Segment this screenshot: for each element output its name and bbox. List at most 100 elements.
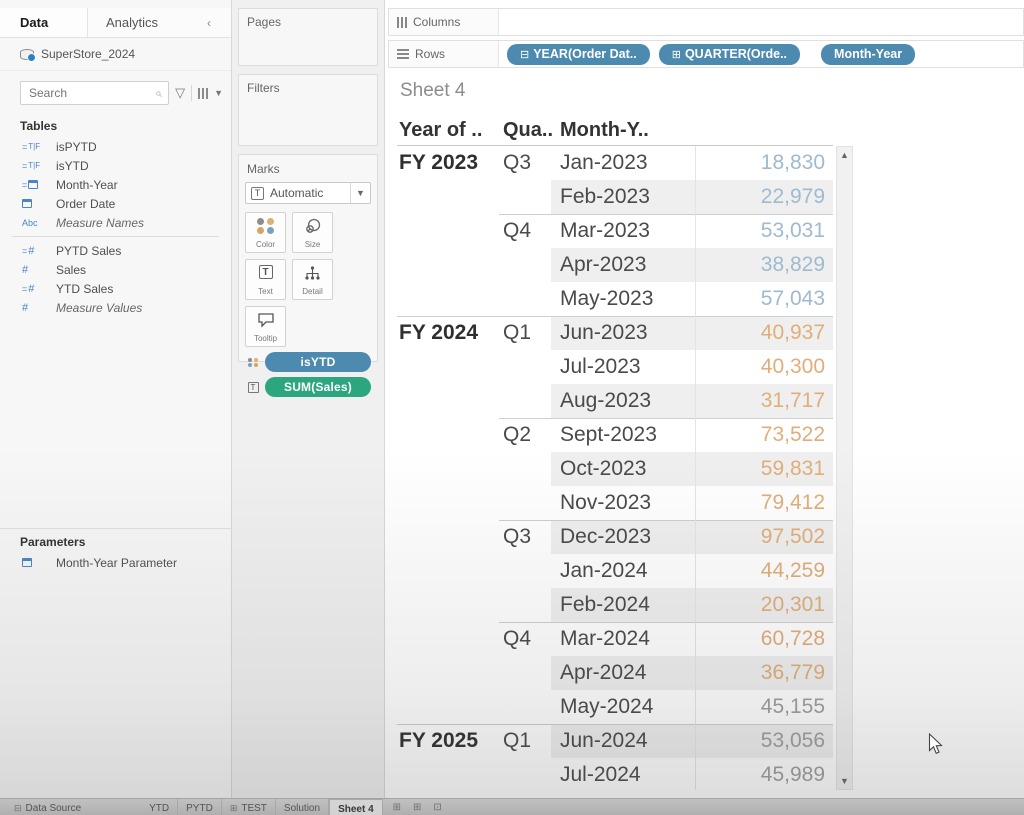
marks-pill[interactable]: isYTD [265,352,371,372]
scroll-down-icon[interactable]: ▼ [837,776,852,786]
cell-value[interactable]: 44,259 [695,554,833,588]
cell-value[interactable]: 40,937 [695,316,833,350]
marks-card: Marks T Automatic ▼ Color Size T Text [238,154,378,362]
cell-month[interactable]: Mar-2023 [551,214,695,248]
cell-quarter: Q3 [499,146,551,180]
scroll-up-icon[interactable]: ▲ [837,150,852,160]
cell-month[interactable]: Apr-2024 [551,656,695,690]
field-label: isYTD [56,159,89,173]
datasource-row[interactable]: SuperStore_2024 [0,38,231,71]
pill-expand-icon[interactable]: ⊞ [672,48,681,61]
view-options-caret-icon[interactable]: ▼ [214,88,223,98]
shelf-pill[interactable]: ⊞ QUARTER(Orde.. [659,44,800,65]
cell-month[interactable]: Jul-2023 [551,350,695,384]
rows-shelf[interactable]: Rows ⊟ YEAR(Order Dat.. ⊞ QUARTER(Orde..… [388,40,1024,68]
cell-year [397,248,499,282]
sheet-tab[interactable]: ⊞ TEST [222,799,276,815]
detail-button[interactable]: Detail [292,259,333,300]
cell-month[interactable]: Apr-2023 [551,248,695,282]
tab-data[interactable]: Data [0,8,88,37]
cell-value[interactable]: 36,779 [695,656,833,690]
filters-shelf[interactable]: Filters [238,74,378,146]
search-input[interactable] [27,85,155,101]
cell-value[interactable]: 53,056 [695,724,833,758]
field-label: isPYTD [56,140,97,154]
pill-expand-icon[interactable]: ⊟ [520,48,529,61]
cell-month[interactable]: Sept-2023 [551,418,695,452]
cell-month[interactable]: Mar-2024 [551,622,695,656]
cell-month[interactable]: Jun-2023 [551,316,695,350]
cell-value[interactable]: 45,155 [695,690,833,724]
cell-value[interactable]: 73,522 [695,418,833,452]
sheet-tab[interactable]: YTD [141,799,178,815]
cell-month[interactable]: Oct-2023 [551,452,695,486]
cell-value[interactable]: 53,031 [695,214,833,248]
field-item[interactable]: # Measure Values [0,298,231,317]
vertical-scrollbar[interactable]: ▲ ▼ [836,146,853,790]
field-item[interactable]: Abc Measure Names [0,213,231,232]
new-worksheet-icon[interactable]: ⊞ [393,802,401,813]
tooltip-button[interactable]: Tooltip [245,306,286,347]
cell-value[interactable]: 18,830 [695,146,833,180]
mark-type-dropdown[interactable]: T Automatic ▼ [245,182,371,204]
color-button[interactable]: Color [245,212,286,253]
cell-month[interactable]: Dec-2023 [551,520,695,554]
header-month[interactable]: Month-Y.. [551,119,695,142]
cell-month[interactable]: Nov-2023 [551,486,695,520]
cell-month[interactable]: Jul-2024 [551,758,695,790]
cell-value[interactable]: 38,829 [695,248,833,282]
cell-value[interactable]: 60,728 [695,622,833,656]
size-button[interactable]: Size [292,212,333,253]
shelf-pill[interactable]: ⊟ YEAR(Order Dat.. [507,44,650,65]
cell-value[interactable]: 79,412 [695,486,833,520]
columns-shelf[interactable]: Columns [388,8,1024,36]
field-item[interactable]: Order Date [0,194,231,213]
date-icon [22,199,48,208]
cell-value[interactable]: 45,989 [695,758,833,790]
field-item[interactable]: Month-Year Parameter [0,553,231,572]
pane-tabs: Data Analytics ‹ [0,8,231,38]
cell-month[interactable]: Feb-2024 [551,588,695,622]
field-item[interactable]: =# YTD Sales [0,279,231,298]
cell-month[interactable]: Jan-2024 [551,554,695,588]
dropdown-caret-icon[interactable]: ▼ [350,183,370,203]
sheet-tab[interactable]: PYTD [178,799,222,815]
cell-value[interactable]: 57,043 [695,282,833,316]
cell-value[interactable]: 97,502 [695,520,833,554]
cell-value[interactable]: 22,979 [695,180,833,214]
cell-month[interactable]: May-2023 [551,282,695,316]
tab-analytics[interactable]: Analytics [88,15,207,30]
filter-funnel-icon[interactable]: ▽ [175,85,185,101]
view-options-icon[interactable] [198,88,208,99]
cell-month[interactable]: May-2024 [551,690,695,724]
cell-value[interactable]: 59,831 [695,452,833,486]
field-item[interactable]: =T|F isYTD [0,156,231,175]
field-item[interactable]: = Month-Year [0,175,231,194]
collapse-pane-icon[interactable]: ‹ [207,16,231,30]
cell-value[interactable]: 20,301 [695,588,833,622]
field-item[interactable]: =# PYTD Sales [0,241,231,260]
cell-month[interactable]: Jan-2023 [551,146,695,180]
field-item[interactable]: # Sales [0,260,231,279]
sheet-tab[interactable]: Solution [276,799,329,815]
cell-month[interactable]: Aug-2023 [551,384,695,418]
cell-value[interactable]: 40,300 [695,350,833,384]
columns-shelf-fields[interactable] [499,9,1023,35]
new-story-icon[interactable]: ⊡ [433,802,441,813]
cell-quarter [499,248,551,282]
cell-month[interactable]: Feb-2023 [551,180,695,214]
field-item[interactable]: =T|F isPYTD [0,137,231,156]
shelf-pill[interactable]: Month-Year [821,44,915,65]
cell-value[interactable]: 31,717 [695,384,833,418]
sheet-tab-bar: ⊟ Data Source YTD PYTD ⊞ TEST Solution S… [0,798,1024,815]
tab-data-source[interactable]: ⊟ Data Source [6,799,89,815]
header-year[interactable]: Year of .. [397,119,499,142]
tab-sheet4[interactable]: Sheet 4 [329,799,383,815]
new-dashboard-icon[interactable]: ⊞ [413,802,421,813]
header-quarter[interactable]: Qua.. [499,119,551,142]
text-button[interactable]: T Text [245,259,286,300]
marks-pill[interactable]: SUM(Sales) [265,377,371,397]
pages-shelf[interactable]: Pages [238,8,378,66]
marks-pill-row: isYTD [245,352,371,372]
cell-month[interactable]: Jun-2024 [551,724,695,758]
